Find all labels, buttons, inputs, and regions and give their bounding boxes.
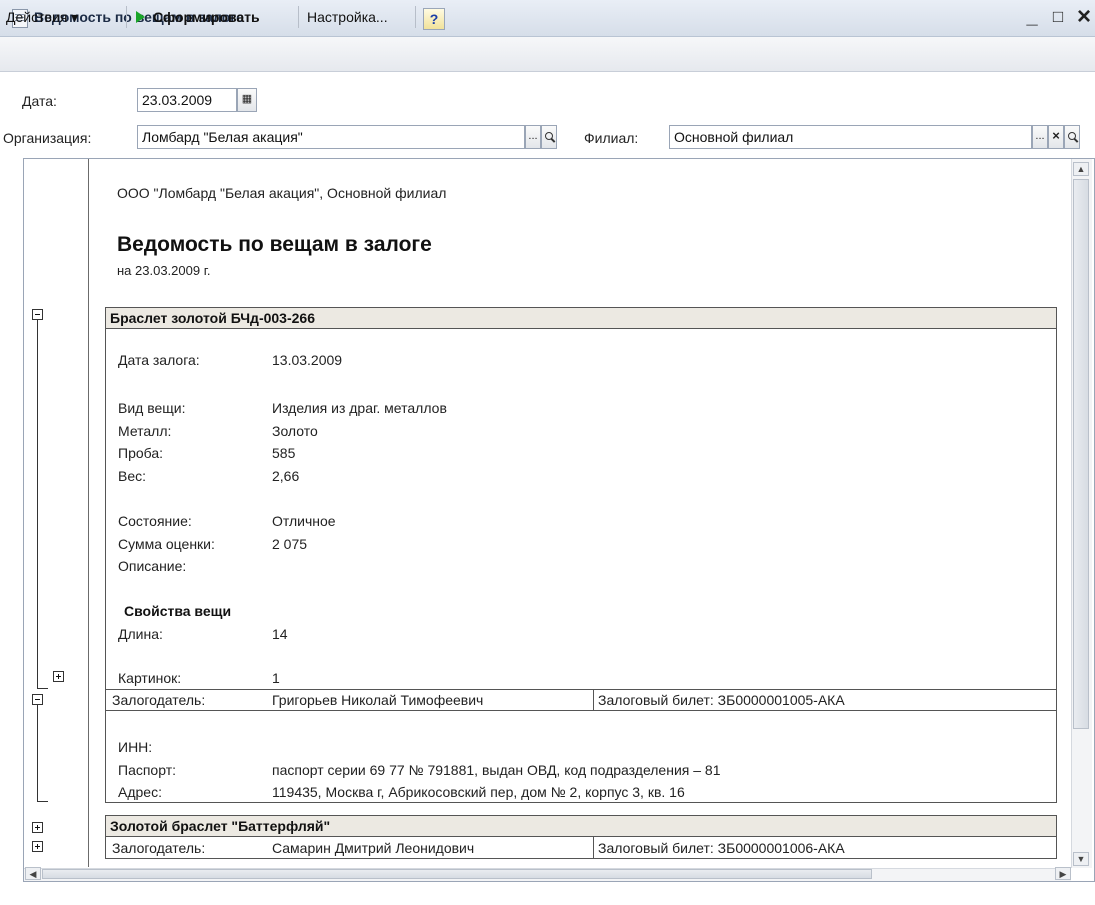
detail-value: 2 075 (272, 536, 308, 552)
date-label: Дата: (22, 93, 57, 109)
detail-label: Сумма оценки: (118, 536, 215, 552)
outline-column (24, 159, 89, 867)
detail-label: Проба: (118, 445, 164, 461)
scroll-left-button[interactable]: ◀ (25, 867, 41, 880)
pledger-name: Самарин Дмитрий Леонидович (272, 840, 475, 856)
outline-line (37, 801, 48, 802)
detail-label: Описание: (118, 558, 187, 574)
outline-line (37, 688, 48, 689)
detail-value: Изделия из драг. металлов (272, 400, 447, 416)
detail-label: Дата залога: (118, 352, 200, 368)
properties-title: Свойства вещи (124, 603, 232, 619)
org-open-button[interactable] (541, 125, 557, 149)
search-icon (545, 132, 553, 140)
outline-line (37, 705, 38, 801)
clear-icon[interactable]: × (1048, 125, 1064, 149)
play-icon[interactable] (136, 11, 145, 23)
scroll-right-button[interactable]: ▶ (1055, 867, 1071, 880)
property-label: Длина: (118, 626, 163, 642)
cell-divider (593, 837, 594, 858)
expand-group-icon[interactable] (32, 822, 43, 833)
settings-button[interactable]: Настройка... (303, 6, 392, 28)
cell-divider (593, 690, 594, 710)
pledger-detail-label: Адрес: (118, 784, 162, 800)
pledge-ticket: Залоговый билет: ЗБ0000001006-АКА (598, 840, 845, 856)
pledger-detail-label: ИНН: (118, 739, 153, 755)
vertical-scroll-thumb[interactable] (1073, 179, 1089, 729)
detail-label: Состояние: (118, 513, 192, 529)
report-date-line: на 23.03.2009 г. (117, 263, 211, 278)
generate-button[interactable]: Сформировать (149, 6, 264, 28)
pictures-value: 1 (272, 670, 280, 686)
collapse-group-icon[interactable] (32, 309, 43, 320)
item-header: Золотой браслет "Баттерфляй" (105, 815, 1057, 837)
minimize-button[interactable]: _ (1023, 6, 1041, 28)
organization-label: Организация: (3, 130, 92, 146)
collapse-group-icon[interactable] (32, 694, 43, 705)
branch-label: Филиал: (584, 130, 639, 146)
toolbar (0, 37, 1095, 72)
item-details-box (105, 328, 1057, 690)
actions-menu-button[interactable]: Действия ▾ (2, 6, 82, 28)
pledger-row (105, 689, 1057, 711)
branch-open-button[interactable] (1064, 125, 1080, 149)
pledger-label: Залогодатель: (112, 692, 206, 708)
branch-select-button[interactable]: ... (1032, 125, 1048, 149)
report-org-line: ООО "Ломбард "Белая акация", Основной фи… (117, 185, 447, 201)
date-field[interactable]: 23.03.2009 (137, 88, 237, 112)
pledger-detail-value: паспорт серии 69 77 № 791881, выдан ОВД,… (272, 762, 721, 778)
pledger-detail-label: Паспорт: (118, 762, 176, 778)
close-button[interactable]: × (1075, 5, 1093, 29)
detail-value: Отличное (272, 513, 336, 529)
organization-field[interactable]: Ломбард "Белая акация" (137, 125, 525, 149)
toolbar-separator (415, 6, 416, 28)
horizontal-scroll-thumb[interactable] (42, 869, 872, 879)
pledger-detail-value: 119435, Москва г, Абрикосовский пер, дом… (272, 784, 685, 800)
detail-label: Вид вещи: (118, 400, 186, 416)
detail-value: Золото (272, 423, 318, 439)
detail-label: Вес: (118, 468, 147, 484)
toolbar-separator (126, 6, 127, 28)
help-button[interactable]: ? (423, 8, 445, 30)
item-header: Браслет золотой БЧд-003-266 (105, 307, 1057, 329)
pledger-label: Залогодатель: (112, 840, 206, 856)
search-icon (1068, 132, 1076, 140)
detail-value: 13.03.2009 (272, 352, 343, 368)
pictures-label: Картинок: (118, 670, 182, 686)
property-value: 14 (272, 626, 288, 642)
scroll-down-button[interactable]: ▼ (1073, 852, 1089, 866)
toolbar-separator (298, 6, 299, 28)
detail-value: 585 (272, 445, 296, 461)
branch-field[interactable]: Основной филиал (669, 125, 1032, 149)
expand-group-icon[interactable] (32, 841, 43, 852)
detail-label: Металл: (118, 423, 172, 439)
scroll-up-button[interactable]: ▲ (1073, 162, 1089, 176)
pledger-row (105, 837, 1057, 859)
maximize-button[interactable]: □ (1049, 6, 1067, 28)
pledge-ticket: Залоговый билет: ЗБ0000001005-АКА (598, 692, 845, 708)
org-select-button[interactable]: ... (525, 125, 541, 149)
calendar-icon[interactable]: ▦ (237, 88, 257, 112)
outline-line (37, 320, 38, 688)
pledger-name: Григорьев Николай Тимофеевич (272, 692, 484, 708)
detail-value: 2,66 (272, 468, 300, 484)
report-title: Ведомость по вещам в залоге (117, 233, 432, 256)
expand-group-icon[interactable] (53, 671, 64, 682)
